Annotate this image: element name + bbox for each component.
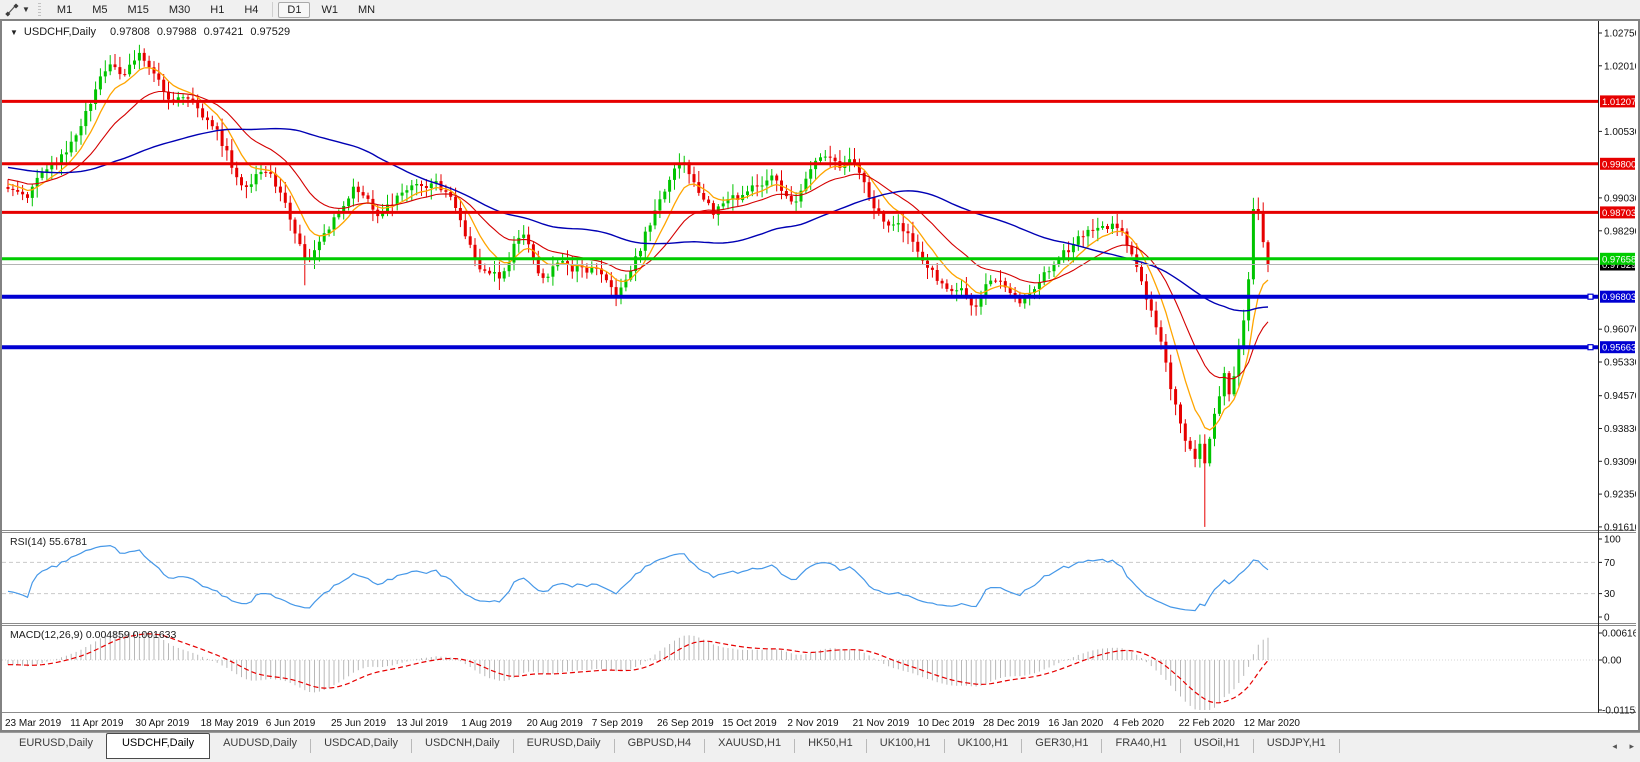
svg-text:0.006167: 0.006167	[1602, 629, 1636, 640]
chart-tabs: EURUSD,DailyUSDCHF,DailyAUDUSD,DailyUSDC…	[6, 733, 1340, 762]
date-axis-label: 16 Jan 2020	[1048, 718, 1103, 729]
svg-text:1.01207: 1.01207	[1602, 97, 1636, 108]
svg-text:0.92350: 0.92350	[1604, 490, 1636, 501]
svg-text:0.99030: 0.99030	[1604, 193, 1636, 204]
chart-tab[interactable]: UK100,H1	[945, 733, 1022, 757]
tab-scroll-controls: ◂ ▸	[1602, 741, 1634, 752]
symbol-dropdown-icon[interactable]: ▼	[10, 28, 18, 37]
timeframe-toolbar: ▼ M1M5M15M30H1H4 D1W1MN	[0, 0, 1640, 20]
svg-text:1.02750: 1.02750	[1604, 29, 1636, 40]
svg-text:0.95330: 0.95330	[1604, 358, 1636, 369]
chart-periods-icon-glyph	[4, 2, 20, 18]
svg-text:0.99800: 0.99800	[1602, 159, 1636, 170]
svg-text:30: 30	[1604, 589, 1616, 600]
toolbar-grip-handle[interactable]	[38, 3, 41, 17]
date-axis-label: 15 Oct 2019	[722, 718, 777, 729]
chart-canvas[interactable]: 0.975291.012070.998000.987030.976580.968…	[2, 21, 1636, 730]
svg-text:0.91610: 0.91610	[1604, 522, 1636, 533]
svg-text:0.94570: 0.94570	[1604, 391, 1636, 402]
chart-window: 0.975291.012070.998000.987030.976580.968…	[0, 19, 1640, 732]
chart-tab-bar: EURUSD,DailyUSDCHF,DailyAUDUSD,DailyUSDC…	[0, 732, 1640, 762]
chart-tab[interactable]: FRA40,H1	[1102, 733, 1179, 757]
date-axis-label: 12 Mar 2020	[1244, 718, 1301, 729]
timeframe-button-h1[interactable]: H1	[201, 2, 233, 18]
mt4-trading-platform: ▼ M1M5M15M30H1H4D1W1MN 0.975291.012070.9…	[0, 0, 1640, 762]
date-axis-label: 20 Aug 2019	[527, 718, 584, 729]
toolbar-separator	[272, 2, 273, 17]
svg-text:70: 70	[1604, 558, 1616, 569]
svg-text:0.97658: 0.97658	[1602, 254, 1636, 265]
tabs-scroll-left-icon[interactable]: ◂	[1612, 741, 1617, 751]
timeframe-buttons: M1M5M15M30H1H4 D1W1MN	[47, 0, 385, 19]
svg-text:0.00: 0.00	[1602, 656, 1622, 667]
svg-text:100: 100	[1604, 535, 1621, 546]
chart-tab[interactable]: EURUSD,Daily	[6, 733, 106, 757]
date-axis-label: 30 Apr 2019	[135, 718, 189, 729]
date-axis-label: 4 Feb 2020	[1113, 718, 1164, 729]
timeframe-button-m15[interactable]: M15	[118, 2, 157, 18]
chart-tab[interactable]: USDCAD,Daily	[311, 733, 411, 757]
tabs-scroll-right-icon[interactable]: ▸	[1629, 741, 1634, 751]
timeframe-button-m5[interactable]: M5	[83, 2, 116, 18]
chart-tab[interactable]: AUDUSD,Daily	[210, 733, 310, 757]
tab-separator	[1339, 739, 1340, 753]
svg-text:0.98290: 0.98290	[1604, 226, 1636, 237]
svg-text:0.93090: 0.93090	[1604, 457, 1636, 468]
chart-tab[interactable]: GBPUSD,H4	[615, 733, 705, 757]
date-axis-label: 22 Feb 2020	[1179, 718, 1236, 729]
date-axis-label: 2 Nov 2019	[787, 718, 839, 729]
svg-text:0.93830: 0.93830	[1604, 424, 1636, 435]
timeframe-button-h4[interactable]: H4	[235, 2, 267, 18]
date-axis-label: 13 Jul 2019	[396, 718, 448, 729]
date-axis-label: 10 Dec 2019	[918, 718, 975, 729]
chart-tab[interactable]: USDCNH,Daily	[412, 733, 513, 757]
timeframe-button-m1[interactable]: M1	[48, 2, 81, 18]
svg-text:0.96070: 0.96070	[1604, 325, 1636, 336]
svg-text:1.00530: 1.00530	[1604, 127, 1636, 138]
line-handle[interactable]	[1588, 345, 1593, 350]
date-axis-label: 7 Sep 2019	[592, 718, 644, 729]
chart-periods-icon[interactable]	[2, 2, 22, 18]
date-axis-label: 23 Mar 2019	[5, 718, 62, 729]
date-axis-label: 26 Sep 2019	[657, 718, 714, 729]
svg-text:0: 0	[1604, 613, 1610, 624]
chart-tab[interactable]: USDJPY,H1	[1254, 733, 1339, 757]
chart-tab[interactable]: UK100,H1	[867, 733, 944, 757]
svg-text:-0.011531: -0.011531	[1602, 706, 1636, 717]
chart-tab[interactable]: EURUSD,Daily	[514, 733, 614, 757]
chart-tab[interactable]: HK50,H1	[795, 733, 866, 757]
svg-text:0.95663: 0.95663	[1602, 343, 1636, 354]
svg-text:0.98703: 0.98703	[1602, 208, 1636, 219]
toolbar-dropdown-icon[interactable]: ▼	[22, 5, 30, 14]
chart-tab[interactable]: XAUUSD,H1	[705, 733, 794, 757]
timeframe-button-m30[interactable]: M30	[160, 2, 199, 18]
timeframe-button-d1[interactable]: D1	[278, 2, 310, 18]
timeframe-button-mn[interactable]: MN	[349, 2, 384, 18]
chart-tab[interactable]: USOil,H1	[1181, 733, 1253, 757]
date-axis-label: 18 May 2019	[201, 718, 259, 729]
svg-text:0.96803: 0.96803	[1602, 292, 1636, 303]
date-axis-label: 1 Aug 2019	[461, 718, 512, 729]
svg-text:1.02010: 1.02010	[1604, 61, 1636, 72]
timeframe-button-w1[interactable]: W1	[312, 2, 347, 18]
line-handle[interactable]	[1588, 294, 1593, 299]
date-axis-label: 25 Jun 2019	[331, 718, 386, 729]
chart-tab[interactable]: GER30,H1	[1022, 733, 1101, 757]
date-axis-label: 28 Dec 2019	[983, 718, 1040, 729]
chart-tab-active[interactable]: USDCHF,Daily	[106, 733, 210, 759]
date-axis-label: 11 Apr 2019	[70, 718, 124, 729]
date-axis-label: 6 Jun 2019	[266, 718, 316, 729]
date-axis-label: 21 Nov 2019	[853, 718, 910, 729]
